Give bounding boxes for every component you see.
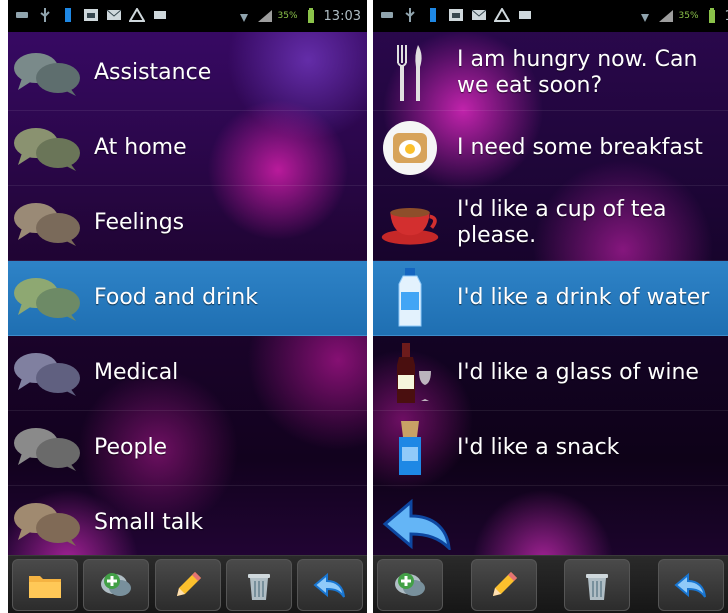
phrases-screen: 35% 13:03 I am hungry now. Can we eat so…: [373, 0, 728, 613]
speech-bubbles-icon: [12, 198, 84, 248]
signal-icon: [658, 8, 674, 24]
wifi-icon: [236, 8, 252, 24]
category-item-medical[interactable]: Medical: [8, 336, 367, 411]
back-arrow-icon: [313, 572, 345, 598]
category-label: Medical: [94, 360, 179, 385]
bottom-toolbar: [373, 555, 728, 613]
speech-bubbles-icon: [12, 498, 84, 548]
bottom-toolbar: [8, 555, 367, 613]
notification-icon: [60, 7, 76, 23]
phrase-label: I am hungry now. Can we eat soon?: [457, 47, 698, 98]
phrase-item-water[interactable]: I'd like a drink of water: [373, 261, 728, 336]
phrase-item-breakfast[interactable]: I need some breakfast: [373, 111, 728, 186]
add-phrase-icon: [395, 572, 425, 596]
category-label: Food and drink: [94, 285, 258, 310]
gallery-icon: [83, 7, 99, 23]
edit-pencil-icon: [492, 571, 517, 596]
phrase-item-wine[interactable]: I'd like a glass of wine: [373, 336, 728, 411]
speech-bubbles-icon: [12, 273, 84, 323]
battery-percent: 35%: [678, 11, 699, 21]
category-list: Assistance At home Feelings Food and dri…: [8, 36, 367, 561]
category-label: People: [94, 435, 168, 460]
category-label: Feelings: [94, 210, 185, 235]
speech-bubbles-icon: [12, 123, 84, 173]
usb-icon: [402, 7, 418, 23]
category-item-people[interactable]: People: [8, 411, 367, 486]
back-to-categories-button[interactable]: [381, 498, 453, 553]
delete-button[interactable]: [564, 558, 631, 611]
phrase-label: I need some breakfast: [457, 135, 703, 160]
phrase-label: I'd like a drink of water: [457, 285, 710, 310]
water-bottle-icon: [379, 267, 441, 329]
category-item-feelings[interactable]: Feelings: [8, 186, 367, 261]
category-label: Assistance: [94, 60, 212, 85]
edit-button[interactable]: [470, 558, 537, 611]
notification-icon: [425, 7, 441, 23]
back-button[interactable]: [657, 558, 724, 611]
signal-icon: [257, 8, 273, 24]
category-label: Small talk: [94, 510, 204, 535]
category-item-small-talk[interactable]: Small talk: [8, 486, 367, 561]
add-phrase-icon: [101, 572, 132, 596]
back-arrow-icon: [674, 572, 706, 598]
teacup-icon: [379, 192, 441, 254]
back-arrow-icon: [382, 498, 451, 553]
notification-icon: [379, 7, 395, 23]
battery-icon: [704, 8, 720, 24]
cutlery-icon: [379, 42, 441, 104]
clock: 13:03: [323, 8, 361, 24]
phrase-item-hungry[interactable]: I am hungry now. Can we eat soon?: [373, 36, 728, 111]
wifi-icon: [637, 8, 653, 24]
status-bar: 35% 13:03: [373, 0, 728, 32]
edit-button[interactable]: [154, 558, 221, 611]
warning-icon: [494, 7, 510, 23]
gallery-icon: [448, 7, 464, 23]
category-label: At home: [94, 135, 187, 160]
usb-icon: [37, 7, 53, 23]
folder-icon: [29, 575, 61, 598]
status-bar: 35% 13:03: [8, 0, 367, 32]
category-item-at-home[interactable]: At home: [8, 111, 367, 186]
add-phrase-button[interactable]: [377, 558, 443, 611]
battery-percent: 35%: [277, 11, 298, 21]
phrase-label: I'd like a glass of wine: [457, 360, 699, 385]
add-phrase-button[interactable]: [83, 558, 150, 611]
battery-icon: [303, 8, 319, 24]
warning-icon: [129, 7, 145, 23]
delete-button[interactable]: [225, 558, 292, 611]
phrase-item-snack[interactable]: I'd like a snack: [373, 411, 728, 486]
back-button[interactable]: [297, 558, 363, 611]
email-icon: [471, 7, 487, 23]
trash-icon: [247, 573, 270, 600]
phrase-list: I am hungry now. Can we eat soon? I need…: [373, 36, 728, 486]
phrase-label: I'd like a cup of tea please.: [457, 197, 667, 248]
message-icon: [517, 7, 533, 23]
snack-icon: [379, 417, 441, 479]
speech-bubbles-icon: [12, 348, 84, 398]
category-item-assistance[interactable]: Assistance: [8, 36, 367, 111]
toast-egg-icon: [379, 117, 441, 179]
categories-screen: 35% 13:03 Assistance At home Feelings Fo…: [8, 0, 367, 613]
speech-bubbles-icon: [12, 423, 84, 473]
phrase-label: I'd like a snack: [457, 435, 620, 460]
speech-bubbles-icon: [12, 48, 84, 98]
category-item-food-and-drink[interactable]: Food and drink: [8, 261, 367, 336]
wine-bottle-icon: [379, 342, 441, 404]
notification-icon: [14, 7, 30, 23]
phrase-item-tea[interactable]: I'd like a cup of tea please.: [373, 186, 728, 261]
folder-button[interactable]: [12, 558, 78, 611]
clock: 13:03: [725, 9, 728, 24]
email-icon: [106, 7, 122, 23]
trash-icon: [586, 573, 609, 600]
edit-pencil-icon: [176, 571, 201, 596]
message-icon: [152, 7, 168, 23]
